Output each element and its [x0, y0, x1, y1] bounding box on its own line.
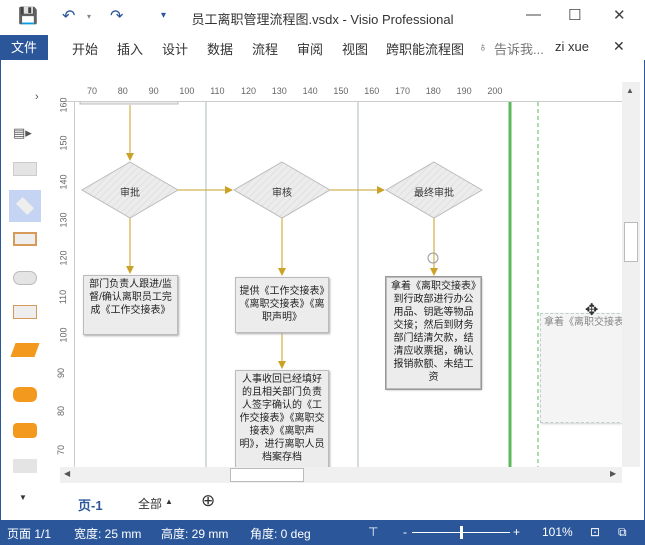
scroll-up-icon[interactable]: ▲	[626, 86, 634, 95]
ruler-label: 80	[56, 406, 67, 417]
process-box-archive[interactable]: 人事收回已经填好的且相关部门负责人签字确认的《工作交接表》《离职交接表》《离职声…	[235, 370, 329, 467]
width-readout: 宽度: 25 mm	[74, 527, 142, 541]
scroll-left-icon[interactable]: ◀	[64, 469, 70, 478]
ruler-label: 140	[58, 174, 69, 190]
document-shape[interactable]	[13, 305, 37, 319]
process-shape[interactable]	[13, 162, 37, 176]
vertical-scrollbar[interactable]: ▲	[622, 82, 640, 467]
process-box-dept-follow-up[interactable]: 部门负责人跟进/监督/确认离职员工完成《工作交接表》	[83, 275, 178, 335]
page-tabs: 页-1 全部 ▲ ⊕	[1, 485, 644, 520]
ruler-label: 160	[58, 97, 69, 113]
ruler-label: 90	[148, 86, 159, 96]
ruler-label: 100	[58, 327, 69, 343]
height-readout: 高度: 29 mm	[161, 527, 229, 541]
decision-shape-selected[interactable]	[9, 190, 41, 222]
ruler-label: 200	[487, 86, 503, 96]
tab-home[interactable]: 开始	[72, 39, 98, 58]
tab-review[interactable]: 审阅	[297, 39, 323, 58]
decision-label: 审批	[120, 188, 140, 199]
tab-file[interactable]: 文件	[0, 35, 48, 60]
tab-process[interactable]: 流程	[252, 39, 278, 58]
ruler-label: 90	[56, 368, 67, 379]
zoom-out-button[interactable]: -	[403, 525, 407, 539]
tab-view[interactable]: 视图	[342, 39, 368, 58]
zoom-level[interactable]: 101%	[542, 525, 573, 539]
all-pages-arrow-icon[interactable]: ▲	[165, 497, 173, 506]
manual-input-shape[interactable]	[13, 459, 37, 473]
start-end-shape[interactable]	[13, 271, 37, 285]
drag-preview-box: 拿着《离职交接表》到行政部进行办公用品、钥匙等物品交接；然后到财务部门结清欠款，…	[540, 313, 622, 423]
close-document-button[interactable]: ✕	[613, 38, 625, 55]
all-pages-button[interactable]: 全部	[138, 495, 162, 512]
rotate-handle-icon[interactable]	[427, 252, 439, 264]
ruler-label: 100	[179, 86, 195, 96]
ruler-label: 180	[425, 86, 441, 96]
presentation-mode-icon[interactable]: ⊤	[368, 525, 378, 539]
drawing-canvas[interactable]: 审批 审核 最终审批 部门负责人跟进/监督/确认离职员工完成《工作交接表》 提供…	[75, 102, 622, 467]
ruler-label: 120	[241, 86, 257, 96]
ruler-label: 150	[333, 86, 349, 96]
switch-windows-icon[interactable]: ⧉	[618, 525, 627, 540]
ruler-label: 150	[58, 135, 69, 151]
scroll-right-icon[interactable]: ▶	[610, 469, 616, 478]
title-bar: 💾 ↶ ▾ ↷ ▾ 员工离职管理流程图.vsdx - Visio Profess…	[0, 0, 645, 35]
tab-data[interactable]: 数据	[207, 39, 233, 58]
vertical-ruler: 160 150 140 130 120 110 100 90 80 70	[56, 97, 75, 467]
fit-page-icon[interactable]: ⊡	[590, 525, 600, 539]
ruler-label: 130	[58, 212, 69, 228]
process-box-handover-selected[interactable]: 拿着《离职交接表》到行政部进行办公用品、钥匙等物品交接；然后到财务部门结清欠款，…	[385, 276, 482, 390]
ruler-label: 80	[117, 86, 128, 96]
ruler-label: 190	[456, 86, 472, 96]
tab-design[interactable]: 设计	[162, 39, 188, 58]
subprocess-shape[interactable]	[13, 232, 37, 246]
zoom-in-button[interactable]: +	[513, 525, 520, 539]
ruler-label: 70	[87, 86, 98, 96]
tab-insert[interactable]: 插入	[117, 39, 143, 58]
tab-cross-functional[interactable]: 跨职能流程图	[386, 39, 464, 58]
add-page-icon[interactable]: ⊕	[201, 491, 215, 511]
page-indicator[interactable]: 页面 1/1	[7, 525, 51, 542]
angle-readout: 角度: 0 deg	[250, 527, 311, 541]
ruler-label: 120	[58, 250, 69, 266]
status-bar: 页面 1/1 宽度: 25 mm 高度: 29 mm 角度: 0 deg ⊤ -…	[0, 520, 645, 545]
horizontal-scroll-thumb[interactable]	[230, 468, 304, 482]
process-box-provide-forms[interactable]: 提供《工作交接表》《离职交接表》《离职声明》	[235, 277, 329, 333]
more-shapes-icon[interactable]: ▤▸	[13, 125, 32, 141]
ruler-label: 110	[210, 86, 225, 96]
top-process-box[interactable]	[79, 102, 179, 105]
ruler-label: 70	[56, 444, 67, 455]
lightbulb-icon: ♁	[478, 39, 488, 54]
tell-me-box[interactable]: 告诉我...	[494, 39, 544, 58]
window-title: 员工离职管理流程图.vsdx - Visio Professional	[191, 12, 454, 27]
ruler-label: 170	[395, 86, 411, 96]
ruler-label: 130	[271, 86, 287, 96]
decision-label: 最终审批	[414, 188, 454, 199]
minimize-button[interactable]: —	[526, 6, 541, 23]
ruler-label: 160	[364, 86, 380, 96]
user-name[interactable]: zi xue	[555, 39, 589, 54]
database-shape[interactable]	[13, 387, 37, 402]
horizontal-scrollbar[interactable]: ◀ ▶	[60, 467, 622, 483]
shapes-panel: › ▤▸ ▼	[1, 85, 57, 515]
data-shape[interactable]	[10, 343, 40, 357]
horizontal-ruler: 70 80 90 100 110 120 130 140 150 160 170 180 190 200	[60, 82, 622, 102]
ruler-label: 140	[302, 86, 318, 96]
ruler-label: 110	[58, 289, 69, 304]
move-cursor-icon: ✥	[585, 302, 599, 319]
decision-label: 审核	[272, 188, 292, 199]
maximize-button[interactable]: ☐	[568, 6, 581, 24]
zoom-slider-thumb[interactable]	[460, 526, 463, 539]
close-button[interactable]: ✕	[613, 6, 626, 24]
external-data-shape[interactable]	[13, 423, 37, 438]
page-tab-1[interactable]: 页-1	[78, 495, 103, 514]
vertical-scroll-thumb[interactable]	[624, 222, 638, 262]
expand-panel-icon[interactable]: ›	[35, 91, 39, 103]
